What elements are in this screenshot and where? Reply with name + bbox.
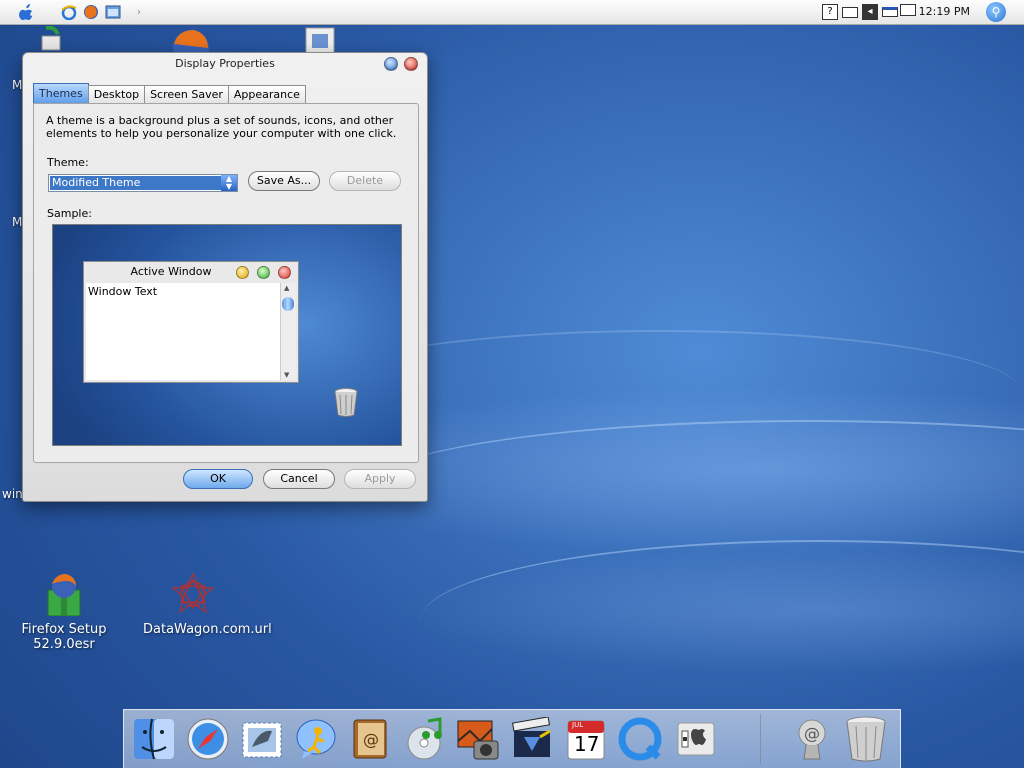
- dialog-title: Display Properties: [175, 57, 275, 70]
- desktop-label-partial: M: [12, 215, 23, 229]
- explorer-icon[interactable]: [104, 3, 122, 21]
- spotlight-search-icon[interactable]: ⚲: [986, 2, 1006, 22]
- desktop-icon-partial-picture[interactable]: [302, 26, 338, 54]
- close-dot-icon: [278, 266, 291, 279]
- ical-day: 17: [574, 732, 600, 756]
- imovie-icon[interactable]: [508, 714, 556, 764]
- mail-stamp-icon[interactable]: @: [788, 714, 836, 764]
- desktop-icon-firefox-setup[interactable]: Firefox Setup 52.9.0esr: [14, 572, 114, 652]
- sample-active-window: Active Window Window Text ▲ ▼: [83, 261, 299, 383]
- scroll-thumb: [282, 297, 294, 311]
- chevron-right-icon[interactable]: ›: [130, 3, 148, 21]
- svg-text:@: @: [804, 724, 820, 743]
- dialog-titlebar[interactable]: Display Properties: [23, 53, 427, 75]
- theme-label: Theme:: [47, 156, 89, 169]
- scroll-down-icon: ▼: [284, 371, 290, 379]
- datawagon-icon: [171, 572, 215, 616]
- iphoto-icon[interactable]: [454, 714, 502, 764]
- updown-arrows-icon: ▲ ▼: [221, 175, 237, 191]
- system-preferences-icon[interactable]: [672, 714, 720, 764]
- desktop-label-partial: M: [12, 78, 23, 92]
- quicktime-icon[interactable]: [616, 714, 664, 764]
- display-icon[interactable]: [882, 7, 898, 17]
- minimize-dot-icon: [236, 266, 249, 279]
- cancel-button[interactable]: Cancel: [263, 469, 335, 489]
- dock-separator: [760, 714, 761, 764]
- ie-icon[interactable]: [60, 3, 78, 21]
- theme-description: A theme is a background plus a set of so…: [46, 114, 397, 140]
- desktop-icon-partial-firefox[interactable]: [168, 26, 214, 54]
- zoom-dot-icon: [257, 266, 270, 279]
- themes-panel: A theme is a background plus a set of so…: [33, 103, 419, 463]
- desktop-icon-label: 52.9.0esr: [33, 637, 95, 652]
- network-icon[interactable]: [900, 4, 916, 16]
- apple-icon[interactable]: [18, 3, 36, 21]
- address-book-icon[interactable]: @: [346, 714, 394, 764]
- safari-icon[interactable]: [184, 714, 232, 764]
- desktop-icon-label: Firefox Setup: [21, 622, 107, 637]
- theme-sample-preview: Active Window Window Text ▲ ▼: [52, 224, 402, 446]
- desktop-icon-label: DataWagon.com.url: [143, 622, 272, 637]
- apply-button[interactable]: Apply: [344, 469, 416, 489]
- volume-icon[interactable]: ◂: [862, 4, 878, 20]
- sample-window-text: Window Text: [86, 283, 281, 380]
- battery-icon[interactable]: [842, 7, 858, 18]
- tab-themes[interactable]: Themes: [33, 83, 89, 104]
- ical-icon[interactable]: JUL 17: [562, 714, 610, 764]
- save-as-button[interactable]: Save As...: [248, 171, 320, 191]
- itunes-icon[interactable]: [400, 714, 448, 764]
- menubar: › ? ◂ 12:19 PM ⚲: [0, 0, 1024, 25]
- tab-screen-saver[interactable]: Screen Saver: [144, 85, 229, 103]
- trash-icon[interactable]: [842, 714, 890, 764]
- help-title-button[interactable]: [384, 57, 398, 71]
- desktop-icon-partial-top[interactable]: [38, 25, 68, 52]
- mail-icon[interactable]: [238, 714, 286, 764]
- tab-desktop[interactable]: Desktop: [87, 85, 146, 103]
- tab-appearance[interactable]: Appearance: [227, 85, 306, 103]
- delete-button[interactable]: Delete: [329, 171, 401, 191]
- sample-scrollbar: ▲ ▼: [280, 283, 296, 380]
- desktop-label-partial: win: [2, 487, 23, 501]
- help-icon[interactable]: ?: [822, 4, 838, 20]
- clock[interactable]: 12:19 PM: [919, 5, 970, 18]
- dock: @ JUL 17 @: [123, 709, 901, 768]
- trash-icon: [333, 387, 359, 417]
- desktop-icon-datawagon[interactable]: DataWagon.com.url: [143, 572, 272, 637]
- ical-month: JUL: [572, 721, 584, 729]
- close-title-button[interactable]: [404, 57, 418, 71]
- finder-icon[interactable]: [130, 714, 178, 764]
- ok-button[interactable]: OK: [183, 469, 253, 489]
- firefox-setup-icon: [42, 572, 86, 617]
- sample-label: Sample:: [47, 207, 92, 220]
- svg-text:@: @: [363, 730, 379, 749]
- theme-select[interactable]: Modified Theme ▲ ▼: [48, 174, 238, 192]
- ichat-icon[interactable]: [292, 714, 340, 764]
- display-properties-dialog: Display Properties Themes Desktop Screen…: [22, 52, 428, 502]
- scroll-up-icon: ▲: [284, 284, 290, 292]
- tab-strip: Themes Desktop Screen Saver Appearance: [33, 83, 306, 104]
- firefox-icon[interactable]: [82, 3, 100, 21]
- theme-select-value: Modified Theme: [50, 176, 221, 190]
